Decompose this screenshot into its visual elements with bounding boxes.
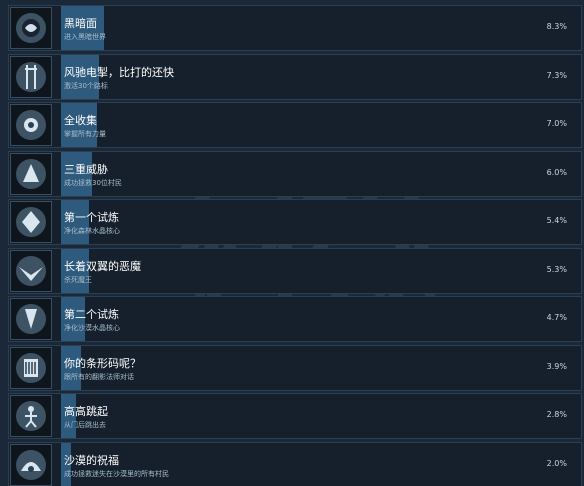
- achievement-title: 第二个试炼: [64, 308, 119, 321]
- achievement-row[interactable]: 你的条形码呢？ 跟所有的翻影法师对话 3.9%: [8, 344, 582, 391]
- unlock-percentage: 7.3%: [546, 70, 567, 80]
- achievement-row[interactable]: 三重威胁成功拯救30位村民 6.0%: [8, 150, 582, 197]
- unlock-percentage: 5.4%: [546, 216, 567, 225]
- achievement-title: 长着双翼的恶魔: [64, 259, 141, 273]
- dark-side-icon: [10, 7, 52, 49]
- achievement-row[interactable]: 黑暗面进入黑暗世界 8.3%: [8, 5, 582, 51]
- unlock-percentage: 7.0%: [546, 119, 567, 128]
- achievement-row[interactable]: 长着双翼的恶魔杀死魔王 5.3%: [8, 247, 582, 294]
- achievement-description: 从门后跳出去: [64, 421, 106, 429]
- achievement-list: 黑暗面进入黑暗世界 8.3% 风驰电掣，比打的还快激活30个路标 7.3% 全收集掌握所…: [0, 0, 584, 486]
- achievement-row[interactable]: 第一个试炼净化森林水晶核心 5.4%: [8, 199, 582, 245]
- triple-threat-icon: [10, 152, 52, 195]
- achievement-description: 净化沙漠水晶核心: [64, 324, 120, 332]
- desert-blessing-icon: [10, 443, 52, 486]
- unlock-percentage: 4.7%: [546, 313, 567, 322]
- collection-icon: [10, 104, 52, 146]
- barcode-icon: [10, 346, 52, 389]
- winged-demon-icon: [10, 249, 52, 292]
- achievement-description: 跟所有的翻影法师对话: [64, 372, 134, 381]
- signpost-icon: [10, 55, 52, 98]
- achievement-description: 成功拯救迷失在沙漠里的所有村民: [64, 469, 169, 478]
- unlock-percentage: 2.8%: [546, 410, 567, 419]
- unlock-percentage: 8.3%: [546, 22, 567, 31]
- achievement-title: 你的条形码呢？: [64, 356, 141, 370]
- achievement-title: 第一个试炼: [64, 211, 119, 224]
- achievement-title: 黑暗面: [64, 17, 97, 30]
- achievement-title: 风驰电掣，比打的还快: [64, 65, 174, 79]
- unlock-percentage: 3.9%: [546, 361, 567, 371]
- first-trial-icon: [10, 201, 52, 243]
- unlock-percentage: 6.0%: [546, 167, 567, 177]
- achievement-description: 净化森林水晶核心: [64, 227, 120, 235]
- achievement-row[interactable]: 风驰电掣，比打的还快激活30个路标 7.3%: [8, 53, 582, 100]
- achievement-row[interactable]: 第二个试炼净化沙漠水晶核心 4.7%: [8, 296, 582, 342]
- achievement-description: 成功拯救30位村民: [64, 178, 122, 187]
- achievement-description: 掌握所有力量: [64, 130, 106, 138]
- achievement-description: 激活30个路标: [64, 81, 108, 90]
- achievement-description: 杀死魔王: [64, 275, 92, 284]
- unlock-percentage: 5.3%: [546, 264, 567, 274]
- unlock-percentage: 2.0%: [546, 458, 567, 468]
- achievement-title: 高高跳起: [64, 405, 108, 418]
- achievement-row[interactable]: 高高跳起从门后跳出去 2.8%: [8, 393, 582, 439]
- achievement-title: 全收集: [64, 114, 97, 127]
- second-trial-icon: [10, 298, 52, 340]
- achievement-row[interactable]: 全收集掌握所有力量 7.0%: [8, 102, 582, 148]
- achievement-title: 沙漠的祝福: [64, 453, 119, 467]
- achievement-title: 三重威胁: [64, 162, 108, 176]
- achievement-row[interactable]: 沙漠的祝福成功拯救迷失在沙漠里的所有村民 2.0%: [8, 441, 582, 486]
- achievement-description: 进入黑暗世界: [64, 33, 106, 41]
- high-jump-icon: [10, 395, 52, 437]
